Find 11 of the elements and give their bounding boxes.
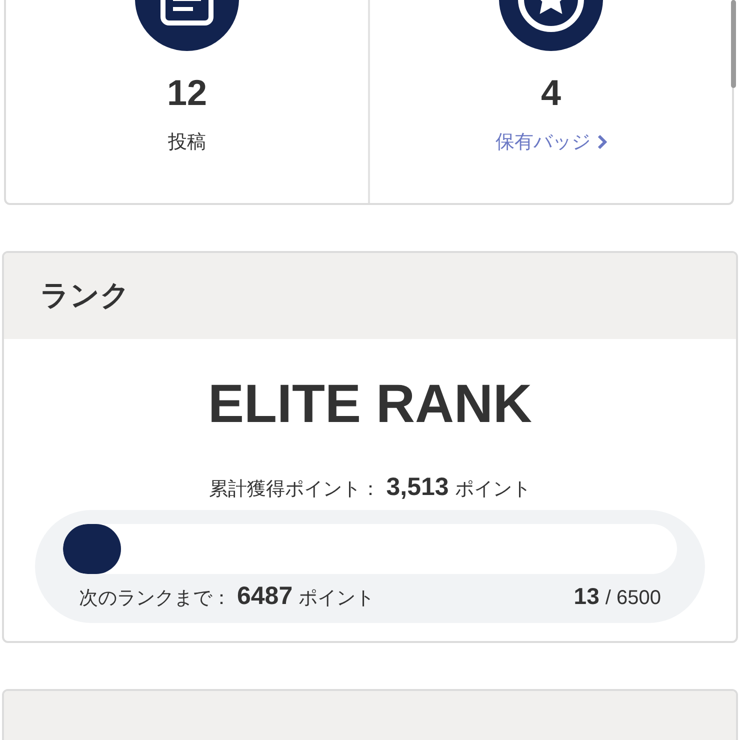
stat-value: 4 — [540, 71, 562, 115]
section-heading: ランク — [4, 253, 736, 339]
rank-name: ELITE RANK — [208, 373, 532, 435]
scrollbar[interactable] — [731, 0, 736, 88]
badges-link[interactable]: 保有バッジ — [496, 129, 606, 155]
progress-count: 13 / 6500 — [574, 583, 661, 610]
stat-label: 投稿 — [168, 130, 206, 155]
next-rank-points: 次のランクまで： 6487 ポイント — [79, 582, 375, 611]
total-points: 累計獲得ポイント： 3,513 ポイント — [209, 473, 531, 502]
stat-value: 12 — [166, 71, 208, 115]
chevron-right-icon — [596, 134, 606, 150]
